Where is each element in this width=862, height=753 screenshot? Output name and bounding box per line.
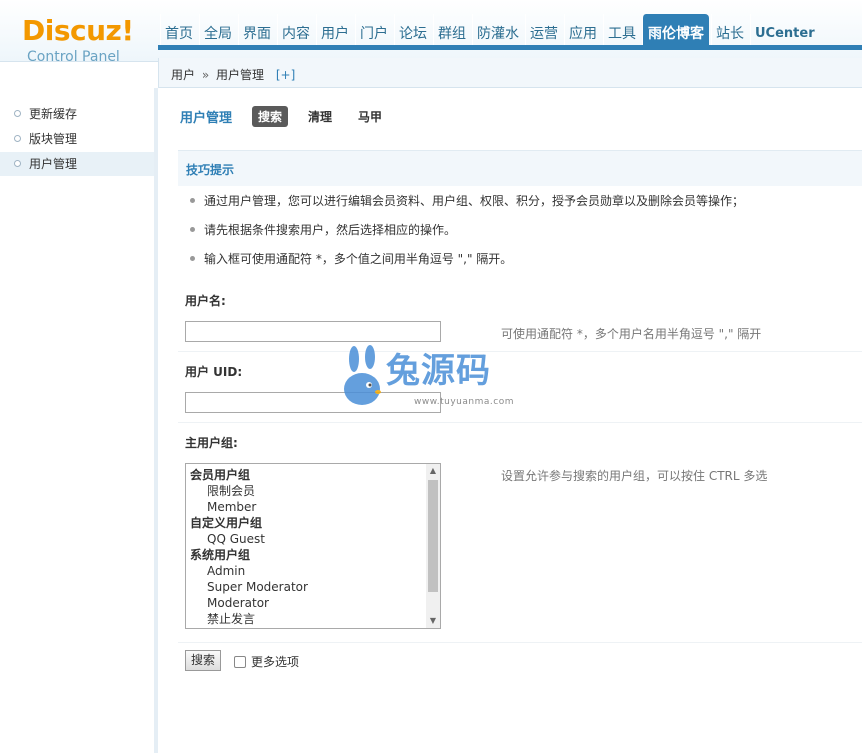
tab-bar: 用户管理 搜索 清理 马甲 bbox=[180, 106, 402, 127]
breadcrumb: 用户 » 用户管理 [+] bbox=[171, 66, 295, 83]
logo-brand: Discuz! bbox=[22, 14, 134, 47]
breadcrumb-separator: » bbox=[201, 68, 210, 82]
tip-item: 输入框可使用通配符 *，多个值之间用半角逗号 "," 隔开。 bbox=[190, 250, 744, 279]
main-content: 用户管理 搜索 清理 马甲 技巧提示 通过用户管理，您可以进行编辑会员资料、用户… bbox=[162, 88, 862, 753]
nav-item-global[interactable]: 全局 bbox=[199, 14, 236, 47]
breadcrumb-root[interactable]: 用户 bbox=[171, 68, 195, 82]
nav-underline bbox=[158, 45, 862, 50]
nav-item-ucenter[interactable]: UCenter bbox=[750, 14, 819, 47]
tips-title: 技巧提示 bbox=[186, 163, 235, 177]
sidebar-item-update-cache[interactable]: 更新缓存 bbox=[0, 102, 154, 126]
nav-item-antispam[interactable]: 防灌水 bbox=[472, 14, 523, 47]
option-group: 会员用户组 bbox=[190, 468, 251, 482]
tab-vest[interactable]: 马甲 bbox=[352, 106, 388, 127]
add-shortcut-button[interactable]: [+] bbox=[276, 68, 295, 82]
header: Discuz! Control Panel 首页 全局 界面 内容 用户 门户 … bbox=[0, 0, 862, 65]
nav-item-operation[interactable]: 运营 bbox=[525, 14, 562, 47]
username-hint: 可使用通配符 *，多个用户名用半角逗号 "," 隔开 bbox=[501, 327, 762, 341]
nav-item-content[interactable]: 内容 bbox=[277, 14, 314, 47]
tab-search[interactable]: 搜索 bbox=[252, 106, 289, 127]
option-item[interactable]: QQ Guest bbox=[186, 531, 426, 547]
usergroup-options: 会员用户组 限制会员 Member 自定义用户组 QQ Guest 系统用户组 Admin S… bbox=[186, 467, 426, 627]
option-item[interactable]: Member bbox=[186, 499, 426, 515]
bullet-icon bbox=[14, 135, 21, 142]
sidebar-item-label: 用户管理 bbox=[29, 157, 78, 171]
breadcrumb-bar: 用户 » 用户管理 [+] bbox=[158, 58, 862, 88]
more-options[interactable]: 更多选项 bbox=[234, 653, 299, 670]
sidebar-item-user-manage[interactable]: 用户管理 bbox=[0, 152, 154, 176]
divider bbox=[178, 642, 862, 643]
nav-item-app[interactable]: 应用 bbox=[564, 14, 601, 47]
rabbit-logo-icon bbox=[344, 345, 381, 405]
nav-item-style[interactable]: 界面 bbox=[238, 14, 275, 47]
watermark: 兔源码 www.tuyuanma.com bbox=[340, 345, 530, 407]
uid-label: 用户 UID: bbox=[185, 365, 243, 379]
breadcrumb-current: 用户管理 bbox=[216, 68, 265, 82]
username-label: 用户名: bbox=[185, 294, 226, 308]
sidebar-item-label: 更新缓存 bbox=[29, 107, 78, 121]
username-input[interactable] bbox=[185, 321, 441, 342]
nav-item-portal[interactable]: 门户 bbox=[355, 14, 392, 47]
option-item[interactable]: Moderator bbox=[186, 595, 426, 611]
watermark-text: 兔源码 bbox=[386, 351, 491, 391]
bullet-icon bbox=[14, 110, 21, 117]
usergroup-select[interactable]: 会员用户组 限制会员 Member 自定义用户组 QQ Guest 系统用户组 Admin S… bbox=[185, 463, 441, 629]
option-item[interactable]: 禁止发言 bbox=[186, 611, 426, 627]
search-button[interactable]: 搜索 bbox=[185, 650, 221, 671]
bullet-icon bbox=[14, 160, 21, 167]
tip-item: 通过用户管理，您可以进行编辑会员资料、用户组、权限、积分，授予会员勋章以及删除会… bbox=[190, 192, 744, 221]
more-options-checkbox[interactable] bbox=[234, 655, 246, 668]
page-title: 用户管理 bbox=[180, 111, 233, 126]
option-group: 自定义用户组 bbox=[190, 516, 263, 530]
tip-item: 请先根据条件搜索用户，然后选择相应的操作。 bbox=[190, 221, 744, 250]
scroll-up-icon[interactable]: ▲ bbox=[426, 464, 440, 478]
usergroup-hint: 设置允许参与搜索的用户组，可以按住 CTRL 多选 bbox=[501, 469, 768, 483]
listbox-scrollbar[interactable]: ▲ ▼ bbox=[426, 464, 440, 628]
watermark-url: www.tuyuanma.com bbox=[414, 397, 514, 407]
logo[interactable]: Discuz! Control Panel bbox=[0, 0, 158, 65]
sidebar: 更新缓存 版块管理 用户管理 bbox=[0, 88, 158, 753]
nav-item-founder[interactable]: 站长 bbox=[711, 14, 748, 47]
nav-item-group[interactable]: 群组 bbox=[433, 14, 470, 47]
scroll-thumb[interactable] bbox=[428, 480, 438, 592]
tab-clean[interactable]: 清理 bbox=[302, 106, 338, 127]
option-item[interactable]: Admin bbox=[186, 563, 426, 579]
nav-item-blog[interactable]: 雨伦博客 bbox=[642, 14, 709, 48]
sidebar-item-forum-manage[interactable]: 版块管理 bbox=[0, 127, 154, 151]
top-nav: 首页 全局 界面 内容 用户 门户 论坛 群组 防灌水 运营 应用 工具 雨伦博… bbox=[160, 14, 821, 48]
option-group: 系统用户组 bbox=[190, 548, 251, 562]
scroll-down-icon[interactable]: ▼ bbox=[426, 614, 440, 628]
tips-header: 技巧提示 bbox=[178, 150, 862, 186]
nav-item-tools[interactable]: 工具 bbox=[603, 14, 640, 47]
option-item[interactable]: Super Moderator bbox=[186, 579, 426, 595]
logo-subtitle: Control Panel bbox=[27, 49, 120, 65]
nav-item-user[interactable]: 用户 bbox=[316, 14, 353, 47]
option-item[interactable]: 限制会员 bbox=[186, 483, 426, 499]
tips-list: 通过用户管理，您可以进行编辑会员资料、用户组、权限、积分，授予会员勋章以及删除会… bbox=[190, 192, 744, 279]
nav-item-home[interactable]: 首页 bbox=[160, 14, 197, 47]
nav-item-forum[interactable]: 论坛 bbox=[394, 14, 431, 47]
divider bbox=[178, 422, 862, 423]
sidebar-item-label: 版块管理 bbox=[29, 132, 78, 146]
more-options-label: 更多选项 bbox=[251, 655, 300, 669]
usergroup-label: 主用户组: bbox=[185, 436, 238, 450]
